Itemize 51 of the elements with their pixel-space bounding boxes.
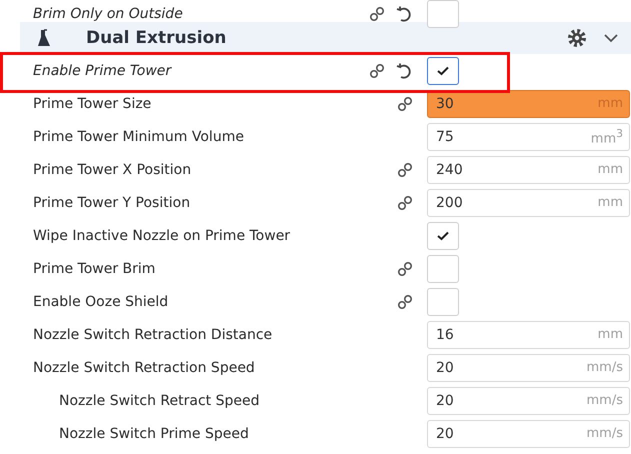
link-icon[interactable] [397,194,413,210]
setting-label: Prime Tower Y Position [33,194,192,210]
reset-icon[interactable] [395,62,413,80]
field-value: 30 [436,96,454,112]
setting-label: Nozzle Switch Retraction Speed [33,360,256,376]
link-icon[interactable] [397,96,413,112]
field-value: 200 [436,194,463,210]
setting-label: Wipe Inactive Nozzle on Prime Tower [33,228,292,244]
field-value: 20 [436,426,454,442]
number-field[interactable]: 200 mm [427,188,630,216]
link-icon[interactable] [397,260,413,276]
field-value: 75 [436,128,454,144]
check-icon [437,230,449,240]
field-value: 16 [436,326,454,342]
unit-label: mm [598,327,623,342]
setting-label: Prime Tower Minimum Volume [33,128,245,144]
unit-label: mm/s [586,360,623,375]
field-value: 20 [436,392,454,408]
unit-label: mm/s [586,426,623,441]
section-title: Dual Extrusion [86,28,228,48]
unit-label: mm [598,195,623,210]
number-field[interactable]: 240 mm [427,156,630,184]
setting-label: Prime Tower Brim [33,260,156,276]
reset-icon[interactable] [395,5,413,23]
setting-label: Enable Ooze Shield [33,294,170,310]
setting-label: Nozzle Switch Prime Speed [59,426,250,442]
link-icon[interactable] [397,162,413,178]
field-value: 240 [436,162,463,178]
link-icon[interactable] [369,62,385,78]
setting-label: Prime Tower Size [33,96,152,112]
number-field[interactable]: 16 mm [427,320,630,348]
check-icon [437,66,449,76]
setting-label: Brim Only on Outside [33,6,184,22]
setting-label: Nozzle Switch Retract Speed [59,392,260,408]
setting-label: Nozzle Switch Retraction Distance [33,326,274,342]
unit-label: mm/s [586,393,623,408]
checkbox[interactable] [427,56,459,84]
link-icon[interactable] [369,6,385,22]
link-icon[interactable] [397,294,413,310]
number-field[interactable]: 75 mm$^{3}$ [427,122,630,150]
number-field[interactable]: 20 mm/s [427,354,630,382]
number-field[interactable]: 20 mm/s [427,386,630,414]
chevron-icon[interactable] [603,33,619,43]
section-header[interactable]: Dual Extrusion [20,22,631,54]
setting-label: Enable Prime Tower [33,62,173,78]
field-value: 20 [436,360,454,376]
settings-icon[interactable] [567,28,587,48]
setting-label: Prime Tower X Position [33,162,192,178]
unit-label: mm$^{3}$ [590,126,623,146]
number-field[interactable]: 20 mm/s [427,420,630,448]
unit-label: mm [598,162,623,177]
